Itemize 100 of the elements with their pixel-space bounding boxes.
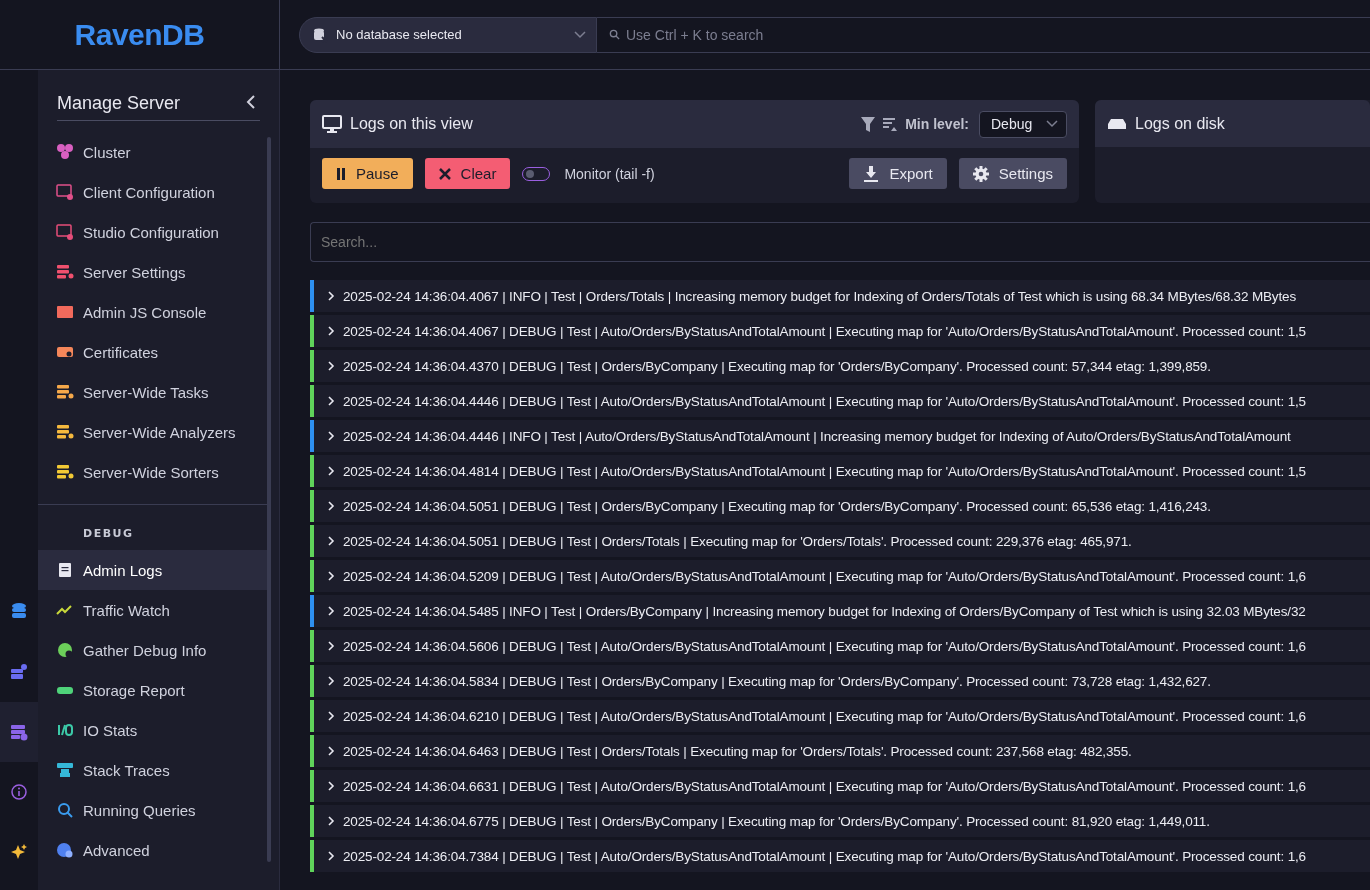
monitor-icon bbox=[322, 115, 342, 133]
log-entry[interactable]: 2025-02-24 14:36:04.7384 | DEBUG | Test | Auto/Orders/ByStatusAndTotalAmount | Executing map for 'Auto/Orders/ByStatusAndTotalAmount'. Processed count: 1,6 bbox=[310, 840, 1370, 872]
sidebar-item[interactable]: Cluster bbox=[38, 132, 267, 172]
log-entry[interactable]: 2025-02-24 14:36:04.4067 | INFO | Test | Orders/Totals | Increasing memory budget for Indexing of Orders/Totals of Test which is using 68.34 MBytes/68.32 MBytes bbox=[310, 280, 1370, 312]
chevron-icon bbox=[328, 851, 335, 861]
sidebar-item[interactable]: Gather Debug Info bbox=[38, 630, 267, 670]
chevron-icon bbox=[328, 606, 335, 616]
chevron-icon bbox=[328, 501, 335, 511]
chevron-icon bbox=[328, 571, 335, 581]
sidebar-item[interactable]: Stack Traces bbox=[38, 750, 267, 790]
log-entry[interactable]: 2025-02-24 14:36:04.5485 | INFO | Test | Orders/ByCompany | Increasing memory budget for Indexing of Orders/ByCompany of Test which is using 32.03 MBytes/32 bbox=[310, 595, 1370, 627]
chevron-icon bbox=[328, 781, 335, 791]
log-text: 2025-02-24 14:36:04.4446 | DEBUG | Test | Auto/Orders/ByStatusAndTotalAmount | Executing map for 'Auto/Orders/ByStatusAndTotalAmount'. Processed count: 1,5 bbox=[343, 393, 1306, 409]
log-text: 2025-02-24 14:36:04.6463 | DEBUG | Test | Orders/Totals | Executing map for 'Orders/Totals'. Processed count: 237,568 etag: 482,355. bbox=[343, 743, 1132, 759]
document-icon bbox=[56, 561, 74, 579]
pause-button[interactable]: Pause bbox=[322, 158, 413, 189]
log-entry[interactable]: 2025-02-24 14:36:04.6775 | DEBUG | Test | Orders/ByCompany | Executing map for 'Orders/ByCompany'. Processed count: 81,920 etag: 1,449,011. bbox=[310, 805, 1370, 837]
sidebar-title: Manage Server bbox=[57, 92, 181, 114]
log-entry[interactable]: 2025-02-24 14:36:04.4067 | DEBUG | Test | Auto/Orders/ByStatusAndTotalAmount | Executing map for 'Auto/Orders/ByStatusAndTotalAmount'. Processed count: 1,5 bbox=[310, 315, 1370, 347]
sidebar-item[interactable]: Traffic Watch bbox=[38, 590, 267, 630]
log-entry[interactable]: 2025-02-24 14:36:04.5051 | DEBUG | Test | Orders/Totals | Executing map for 'Orders/Totals'. Processed count: 229,376 etag: 465,971. bbox=[310, 525, 1370, 557]
cluster-icon bbox=[56, 143, 74, 161]
log-text: 2025-02-24 14:36:04.6631 | DEBUG | Test | Auto/Orders/ByStatusAndTotalAmount | Executing map for 'Auto/Orders/ByStatusAndTotalAmount'. Processed count: 1,6 bbox=[343, 778, 1306, 794]
download-icon bbox=[863, 165, 880, 182]
chevron-icon bbox=[328, 676, 335, 686]
sidebar-item[interactable]: Storage Report bbox=[38, 670, 267, 710]
database-selector[interactable]: No database selected bbox=[299, 16, 597, 53]
log-text: 2025-02-24 14:36:04.7384 | DEBUG | Test | Auto/Orders/ByStatusAndTotalAmount | Executing map for 'Auto/Orders/ByStatusAndTotalAmount'. Processed count: 1,6 bbox=[343, 848, 1306, 864]
search-field[interactable]: Search... bbox=[310, 222, 1370, 262]
settings-icon bbox=[972, 165, 989, 182]
chevron-icon bbox=[328, 361, 335, 371]
sidebar-item[interactable]: Server-Wide Sorters bbox=[38, 452, 267, 492]
chevron-icon bbox=[328, 431, 335, 441]
chevron-icon bbox=[328, 641, 335, 651]
drive-icon bbox=[1107, 117, 1127, 130]
log-entry[interactable]: 2025-02-24 14:36:04.6463 | DEBUG | Test | Orders/Totals | Executing map for 'Orders/Totals'. Processed count: 237,568 etag: 482,355. bbox=[310, 735, 1370, 767]
log-text: 2025-02-24 14:36:04.5051 | DEBUG | Test | Orders/Totals | Executing map for 'Orders/Totals'. Processed count: 229,376 etag: 465,971. bbox=[343, 533, 1132, 549]
chevron-icon bbox=[1046, 120, 1058, 128]
log-text: 2025-02-24 14:36:04.6210 | DEBUG | Test | Auto/Orders/ByStatusAndTotalAmount | Executing map for 'Auto/Orders/ByStatusAndTotalAmount'. Processed count: 1,6 bbox=[343, 708, 1306, 724]
chevron-icon bbox=[328, 536, 335, 546]
log-text: 2025-02-24 14:36:04.4446 | INFO | Test | Auto/Orders/ByStatusAndTotalAmount | Increasing memory budget for Indexing of Auto/Orders/ByStatusAndTotalAmount bbox=[343, 428, 1291, 444]
sidebar-item[interactable]: Admin Logs bbox=[38, 550, 267, 590]
chevron-icon bbox=[574, 30, 586, 39]
sidebar-item[interactable]: Admin JS Console bbox=[38, 292, 267, 332]
chevron-icon bbox=[328, 711, 335, 721]
log-entry[interactable]: 2025-02-24 14:36:04.4370 | DEBUG | Test | Orders/ByCompany | Executing map for 'Orders/ByCompany'. Processed count: 57,344 etag: 1,399,859. bbox=[310, 350, 1370, 382]
min-level-label: Min level: bbox=[905, 116, 969, 132]
sidebar-item[interactable]: Advanced bbox=[38, 830, 267, 870]
pause-icon bbox=[336, 167, 346, 180]
sidebar-item[interactable]: Certificates bbox=[38, 332, 267, 372]
sidebar-item[interactable]: Server-Wide Analyzers bbox=[38, 412, 267, 452]
card-title: Logs on this view bbox=[350, 115, 473, 133]
log-entry[interactable]: 2025-02-24 14:36:04.5209 | DEBUG | Test | Auto/Orders/ByStatusAndTotalAmount | Executing map for 'Auto/Orders/ByStatusAndTotalAmount'. Processed count: 1,6 bbox=[310, 560, 1370, 592]
toggle-label: Monitor (tail -f) bbox=[564, 165, 655, 182]
log-entry[interactable]: 2025-02-24 14:36:04.6210 | DEBUG | Test | Auto/Orders/ByStatusAndTotalAmount | Executing map for 'Auto/Orders/ByStatusAndTotalAmount'. Processed count: 1,6 bbox=[310, 700, 1370, 732]
chevron-icon bbox=[328, 816, 335, 826]
io-icon bbox=[56, 721, 74, 739]
sidebar-item[interactable]: Client Configuration bbox=[38, 172, 267, 212]
filter-icon[interactable] bbox=[861, 116, 876, 132]
log-entry[interactable]: 2025-02-24 14:36:04.5051 | DEBUG | Test | Orders/ByCompany | Executing map for 'Orders/ByCompany'. Processed count: 65,536 etag: 1,416,243. bbox=[310, 490, 1370, 522]
export-button[interactable]: Export bbox=[849, 158, 947, 189]
log-text: 2025-02-24 14:36:04.5485 | INFO | Test | Orders/ByCompany | Increasing memory budget for Indexing of Orders/ByCompany of Test which is using 32.03 MBytes/32 bbox=[343, 603, 1306, 619]
log-text: 2025-02-24 14:36:04.5209 | DEBUG | Test | Auto/Orders/ByStatusAndTotalAmount | Executing map for 'Auto/Orders/ByStatusAndTotalAmount'. Processed count: 1,6 bbox=[343, 568, 1306, 584]
log-text: 2025-02-24 14:36:04.4814 | DEBUG | Test | Auto/Orders/ByStatusAndTotalAmount | Executing map for 'Auto/Orders/ByStatusAndTotalAmount'. Processed count: 1,5 bbox=[343, 463, 1306, 479]
close-icon bbox=[438, 167, 451, 180]
section-heading: DEBUG bbox=[82, 526, 135, 542]
clear-button[interactable]: Clear bbox=[424, 158, 511, 189]
chevron-icon bbox=[328, 291, 335, 301]
min-level-select[interactable]: Debug bbox=[979, 110, 1067, 138]
log-entry[interactable]: 2025-02-24 14:36:04.5834 | DEBUG | Test | Orders/ByCompany | Executing map for 'Orders/ByCompany'. Processed count: 73,728 etag: 1,432,627. bbox=[310, 665, 1370, 697]
search-field[interactable]: Use Ctrl + K to search bbox=[597, 16, 1370, 53]
sidebar-item[interactable]: Server Settings bbox=[38, 252, 267, 292]
log-text: 2025-02-24 14:36:04.6775 | DEBUG | Test | Orders/ByCompany | Executing map for 'Orders/ByCompany'. Processed count: 81,920 etag: 1,449,011. bbox=[343, 813, 1210, 829]
list-icon bbox=[883, 117, 898, 131]
sidebar-item[interactable]: IO Stats bbox=[38, 710, 267, 750]
log-text: 2025-02-24 14:36:04.4067 | DEBUG | Test | Auto/Orders/ByStatusAndTotalAmount | Executing map for 'Auto/Orders/ByStatusAndTotalAmount'. Processed count: 1,5 bbox=[343, 323, 1306, 339]
log-entry[interactable]: 2025-02-24 14:36:04.4814 | DEBUG | Test | Auto/Orders/ByStatusAndTotalAmount | Executing map for 'Auto/Orders/ByStatusAndTotalAmount'. Processed count: 1,5 bbox=[310, 455, 1370, 487]
server-settings-icon bbox=[9, 722, 29, 742]
log-text: 2025-02-24 14:36:04.4067 | INFO | Test | Orders/Totals | Increasing memory budget for Indexing of Orders/Totals of Test which is using 68.34 MBytes/68.32 MBytes bbox=[343, 288, 1297, 304]
toggle-switch[interactable] bbox=[522, 166, 551, 181]
log-text: 2025-02-24 14:36:04.5051 | DEBUG | Test | Orders/ByCompany | Executing map for 'Orders/ByCompany'. Processed count: 65,536 etag: 1,416,243. bbox=[343, 498, 1211, 514]
settings-button[interactable]: Settings bbox=[958, 158, 1067, 189]
chevron-icon bbox=[328, 466, 335, 476]
card-title: Logs on disk bbox=[1135, 114, 1225, 133]
search-icon bbox=[609, 28, 620, 40]
log-entry[interactable]: 2025-02-24 14:36:04.4446 | INFO | Test | Auto/Orders/ByStatusAndTotalAmount | Increasing memory budget for Indexing of Auto/Orders/ByStatusAndTotalAmount bbox=[310, 420, 1370, 452]
logo: RavenDB bbox=[74, 17, 205, 52]
sidebar-item[interactable]: Running Queries bbox=[38, 790, 267, 830]
log-text: 2025-02-24 14:36:04.5606 | DEBUG | Test | Auto/Orders/ByStatusAndTotalAmount | Executing map for 'Auto/Orders/ByStatusAndTotalAmount'. Processed count: 1,6 bbox=[343, 638, 1306, 654]
stack-icon bbox=[56, 761, 74, 779]
chevron-left-icon bbox=[246, 94, 256, 109]
log-entry[interactable]: 2025-02-24 14:36:04.5606 | DEBUG | Test | Auto/Orders/ByStatusAndTotalAmount | Executing map for 'Auto/Orders/ByStatusAndTotalAmount'. Processed count: 1,6 bbox=[310, 630, 1370, 662]
log-entry[interactable]: 2025-02-24 14:36:04.6631 | DEBUG | Test | Auto/Orders/ByStatusAndTotalAmount | Executing map for 'Auto/Orders/ByStatusAndTotalAmount'. Processed count: 1,6 bbox=[310, 770, 1370, 802]
server-icon bbox=[9, 662, 29, 682]
chevron-icon bbox=[328, 396, 335, 406]
log-text: 2025-02-24 14:36:04.5834 | DEBUG | Test | Orders/ByCompany | Executing map for 'Orders/ByCompany'. Processed count: 73,728 etag: 1,432,627. bbox=[343, 673, 1211, 689]
info-icon bbox=[9, 782, 29, 802]
sidebar-item[interactable]: Studio Configuration bbox=[38, 212, 267, 252]
log-entry[interactable]: 2025-02-24 14:36:04.4446 | DEBUG | Test | Auto/Orders/ByStatusAndTotalAmount | Executing map for 'Auto/Orders/ByStatusAndTotalAmount'. Processed count: 1,5 bbox=[310, 385, 1370, 417]
sidebar-item[interactable]: Server-Wide Tasks bbox=[38, 372, 267, 412]
